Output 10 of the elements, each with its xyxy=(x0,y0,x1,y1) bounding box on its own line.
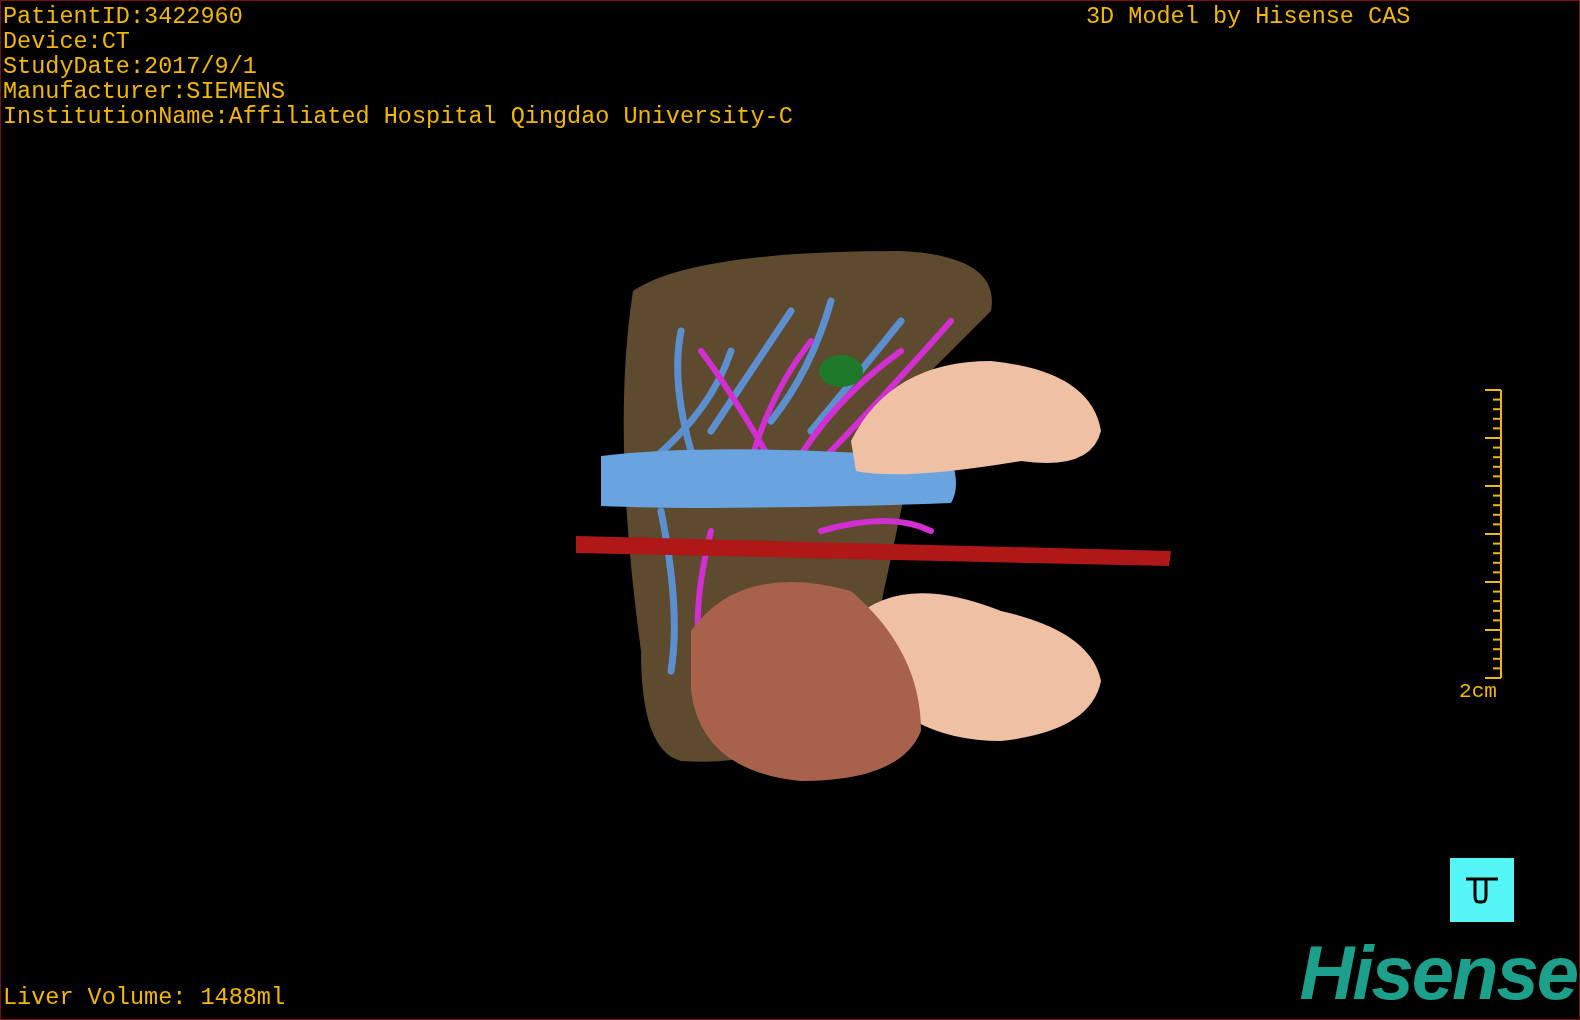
study-info-text: Manufacturer:SIEMENS xyxy=(3,79,287,104)
study-info-text: InstitutionName:Affiliated Hospital Qingdao University-C xyxy=(3,104,793,129)
brand-logo: Hisense xyxy=(1299,933,1577,1013)
model-title: 3D Model by Hisense CAS xyxy=(1086,4,1411,29)
study-info-text: PatientID:3422960 xyxy=(3,4,244,29)
study-info-text: StudyDate:2017/9/1 xyxy=(3,54,258,79)
liver-volume-text: Liver Volume: 1488ml xyxy=(3,985,286,1010)
study-info-text: Device:CT xyxy=(3,29,131,54)
orientation-cube-icon[interactable] xyxy=(1450,858,1514,922)
scale-label: 2cm xyxy=(1459,679,1497,704)
